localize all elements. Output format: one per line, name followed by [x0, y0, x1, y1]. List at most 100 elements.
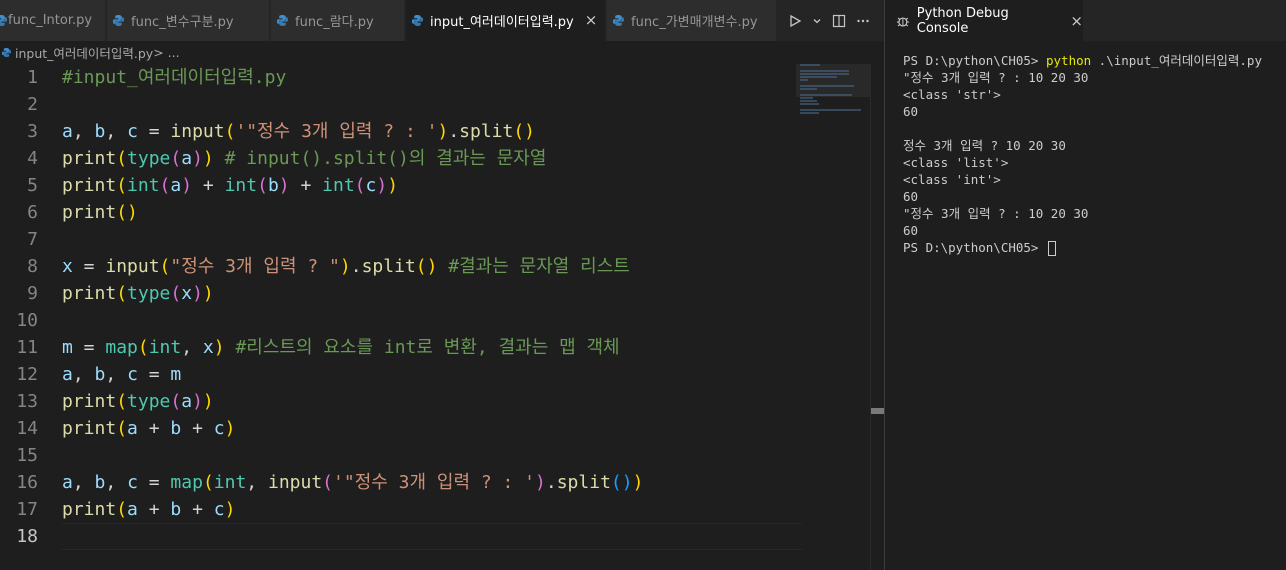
code-token: int [322, 175, 355, 196]
code-token: #결과는 문자열 리스트 [437, 256, 630, 277]
code-token: + [137, 418, 171, 439]
code-token: print [62, 391, 117, 412]
console-line: <class 'str'> [903, 86, 1283, 103]
code-token: ) [202, 283, 214, 304]
code-token: int [148, 337, 182, 358]
run-icon[interactable] [788, 14, 802, 28]
code-token: ) [213, 337, 225, 358]
code-line[interactable]: print(int(a) + int(b) + int(c)) [62, 172, 802, 199]
line-number: 6 [27, 202, 38, 223]
chevron-down-icon[interactable] [812, 16, 822, 26]
code-token: type [127, 283, 171, 304]
code-line[interactable]: print(a + b + c) [62, 415, 802, 442]
code-token: = [137, 121, 171, 142]
code-token: c [213, 499, 225, 520]
editor-tab-label: func_람다.py [295, 15, 374, 30]
code-line[interactable]: x = input("정수 3개 입력 ? ").split() #결과는 문자… [62, 253, 802, 280]
console-line: 60 [903, 103, 1283, 120]
editor-tab[interactable]: func_람다.py [271, 0, 405, 41]
code-line[interactable]: a, b, c = input('"정수 3개 입력 ? : ').split(… [62, 118, 802, 145]
code-token: = [137, 472, 171, 493]
console-line: 정수 3개 입력 ? 10 20 30 [903, 137, 1283, 154]
code-line[interactable] [62, 91, 802, 118]
console-text: <class 'str'> [903, 87, 1001, 102]
code-line[interactable]: print(type(a)) [62, 388, 802, 415]
code-line[interactable]: print(type(a)) # input().split()의 결과는 문자… [62, 145, 802, 172]
console-text: PS D:\python\CH05> [903, 240, 1046, 255]
code-token: + [192, 175, 225, 196]
code-token: ) [224, 499, 236, 520]
code-token: = [72, 256, 106, 277]
editor-tab-label: input_여러데이터입력.py [430, 15, 574, 30]
code-line[interactable]: print(a + b + c) [62, 496, 802, 523]
editor-vertical-scrollbar[interactable] [870, 64, 884, 570]
editor-tab[interactable]: func_변수구분.py [107, 0, 270, 41]
code-token: split [459, 121, 514, 142]
code-line[interactable]: print(type(x)) [62, 280, 802, 307]
bug-icon [896, 16, 909, 27]
breadcrumb-rest[interactable]: > ... [153, 45, 179, 60]
python-file-icon [113, 15, 124, 26]
code-token: #리스트의 요소를 int로 변환, 결과는 맵 객체 [224, 337, 620, 358]
code-token: m [62, 337, 73, 358]
breadcrumb-file[interactable]: input_여러데이터입력.py [15, 43, 153, 62]
code-line[interactable] [62, 307, 802, 334]
console-line: 60 [903, 222, 1283, 239]
editor-group: func_Intor.py func_변수구분.py func_람다.py input… [0, 0, 884, 570]
panel-tab-bar: Python Debug Console × [885, 0, 1286, 41]
code-token: , [246, 472, 268, 493]
console-line: PS D:\python\CH05> [903, 239, 1283, 256]
code-token: = [137, 364, 171, 385]
close-icon[interactable]: × [1070, 12, 1083, 30]
editor-tab[interactable]: input_여러데이터입력.py × [406, 0, 606, 41]
code-line[interactable]: a, b, c = map(int, input('"정수 3개 입력 ? : … [62, 469, 802, 496]
code-area[interactable]: #input_여러데이터입력.py a, b, c = input('"정수 3개… [62, 64, 802, 550]
code-line[interactable]: #input_여러데이터입력.py [62, 64, 802, 91]
code-token: print [62, 202, 117, 223]
breadcrumb: input_여러데이터입력.py > ... [0, 41, 884, 63]
code-token: c [213, 418, 225, 439]
code-token: ( [170, 391, 182, 412]
editor-tab[interactable]: func_가변매개변수.py [607, 0, 777, 41]
console-text: 60 [903, 104, 919, 119]
more-actions-icon[interactable] [856, 14, 870, 28]
code-token: ( [170, 283, 182, 304]
code-line[interactable]: print() [62, 199, 802, 226]
code-line[interactable]: a, b, c = m [62, 361, 802, 388]
code-line[interactable] [62, 226, 802, 253]
code-token: () [116, 202, 138, 223]
code-token: b [170, 499, 182, 520]
split-editor-icon[interactable] [832, 14, 846, 28]
code-token: . [545, 472, 557, 493]
code-token: b [170, 418, 182, 439]
line-number: 18 [16, 526, 38, 547]
terminal-cursor [1048, 241, 1056, 256]
minimap[interactable] [800, 64, 870, 114]
code-token: ( [116, 391, 128, 412]
python-file-icon [2, 47, 11, 57]
code-token: '"정수 3개 입력 ? : ' [333, 472, 536, 493]
close-icon[interactable]: × [583, 12, 599, 28]
code-token: , [72, 121, 95, 142]
code-token: a [127, 418, 138, 439]
code-token: #input_여러데이터입력.py [62, 67, 287, 88]
code-line[interactable] [62, 442, 802, 469]
minimap-line [800, 109, 862, 111]
code-token: ) [278, 175, 290, 196]
line-number: 3 [27, 121, 38, 142]
code-line-current[interactable] [62, 523, 802, 550]
code-token: () [415, 256, 438, 277]
line-number: 16 [16, 472, 38, 493]
console-output[interactable]: PS D:\python\CH05> python .\input_여러데이터입… [903, 52, 1283, 256]
minimap-line [800, 94, 852, 96]
editor-tab-bar: func_Intor.py func_변수구분.py func_람다.py input… [0, 0, 884, 41]
editor-tab[interactable]: func_Intor.py [0, 0, 106, 41]
tab-python-debug-console[interactable]: Python Debug Console × [885, 0, 1083, 41]
code-token: , [105, 121, 128, 142]
code-token: ( [224, 121, 236, 142]
code-token: ( [322, 472, 334, 493]
line-number: 14 [16, 418, 38, 439]
code-line[interactable]: m = map(int, x) #리스트의 요소를 int로 변환, 결과는 맵… [62, 334, 802, 361]
line-number: 10 [16, 310, 38, 331]
